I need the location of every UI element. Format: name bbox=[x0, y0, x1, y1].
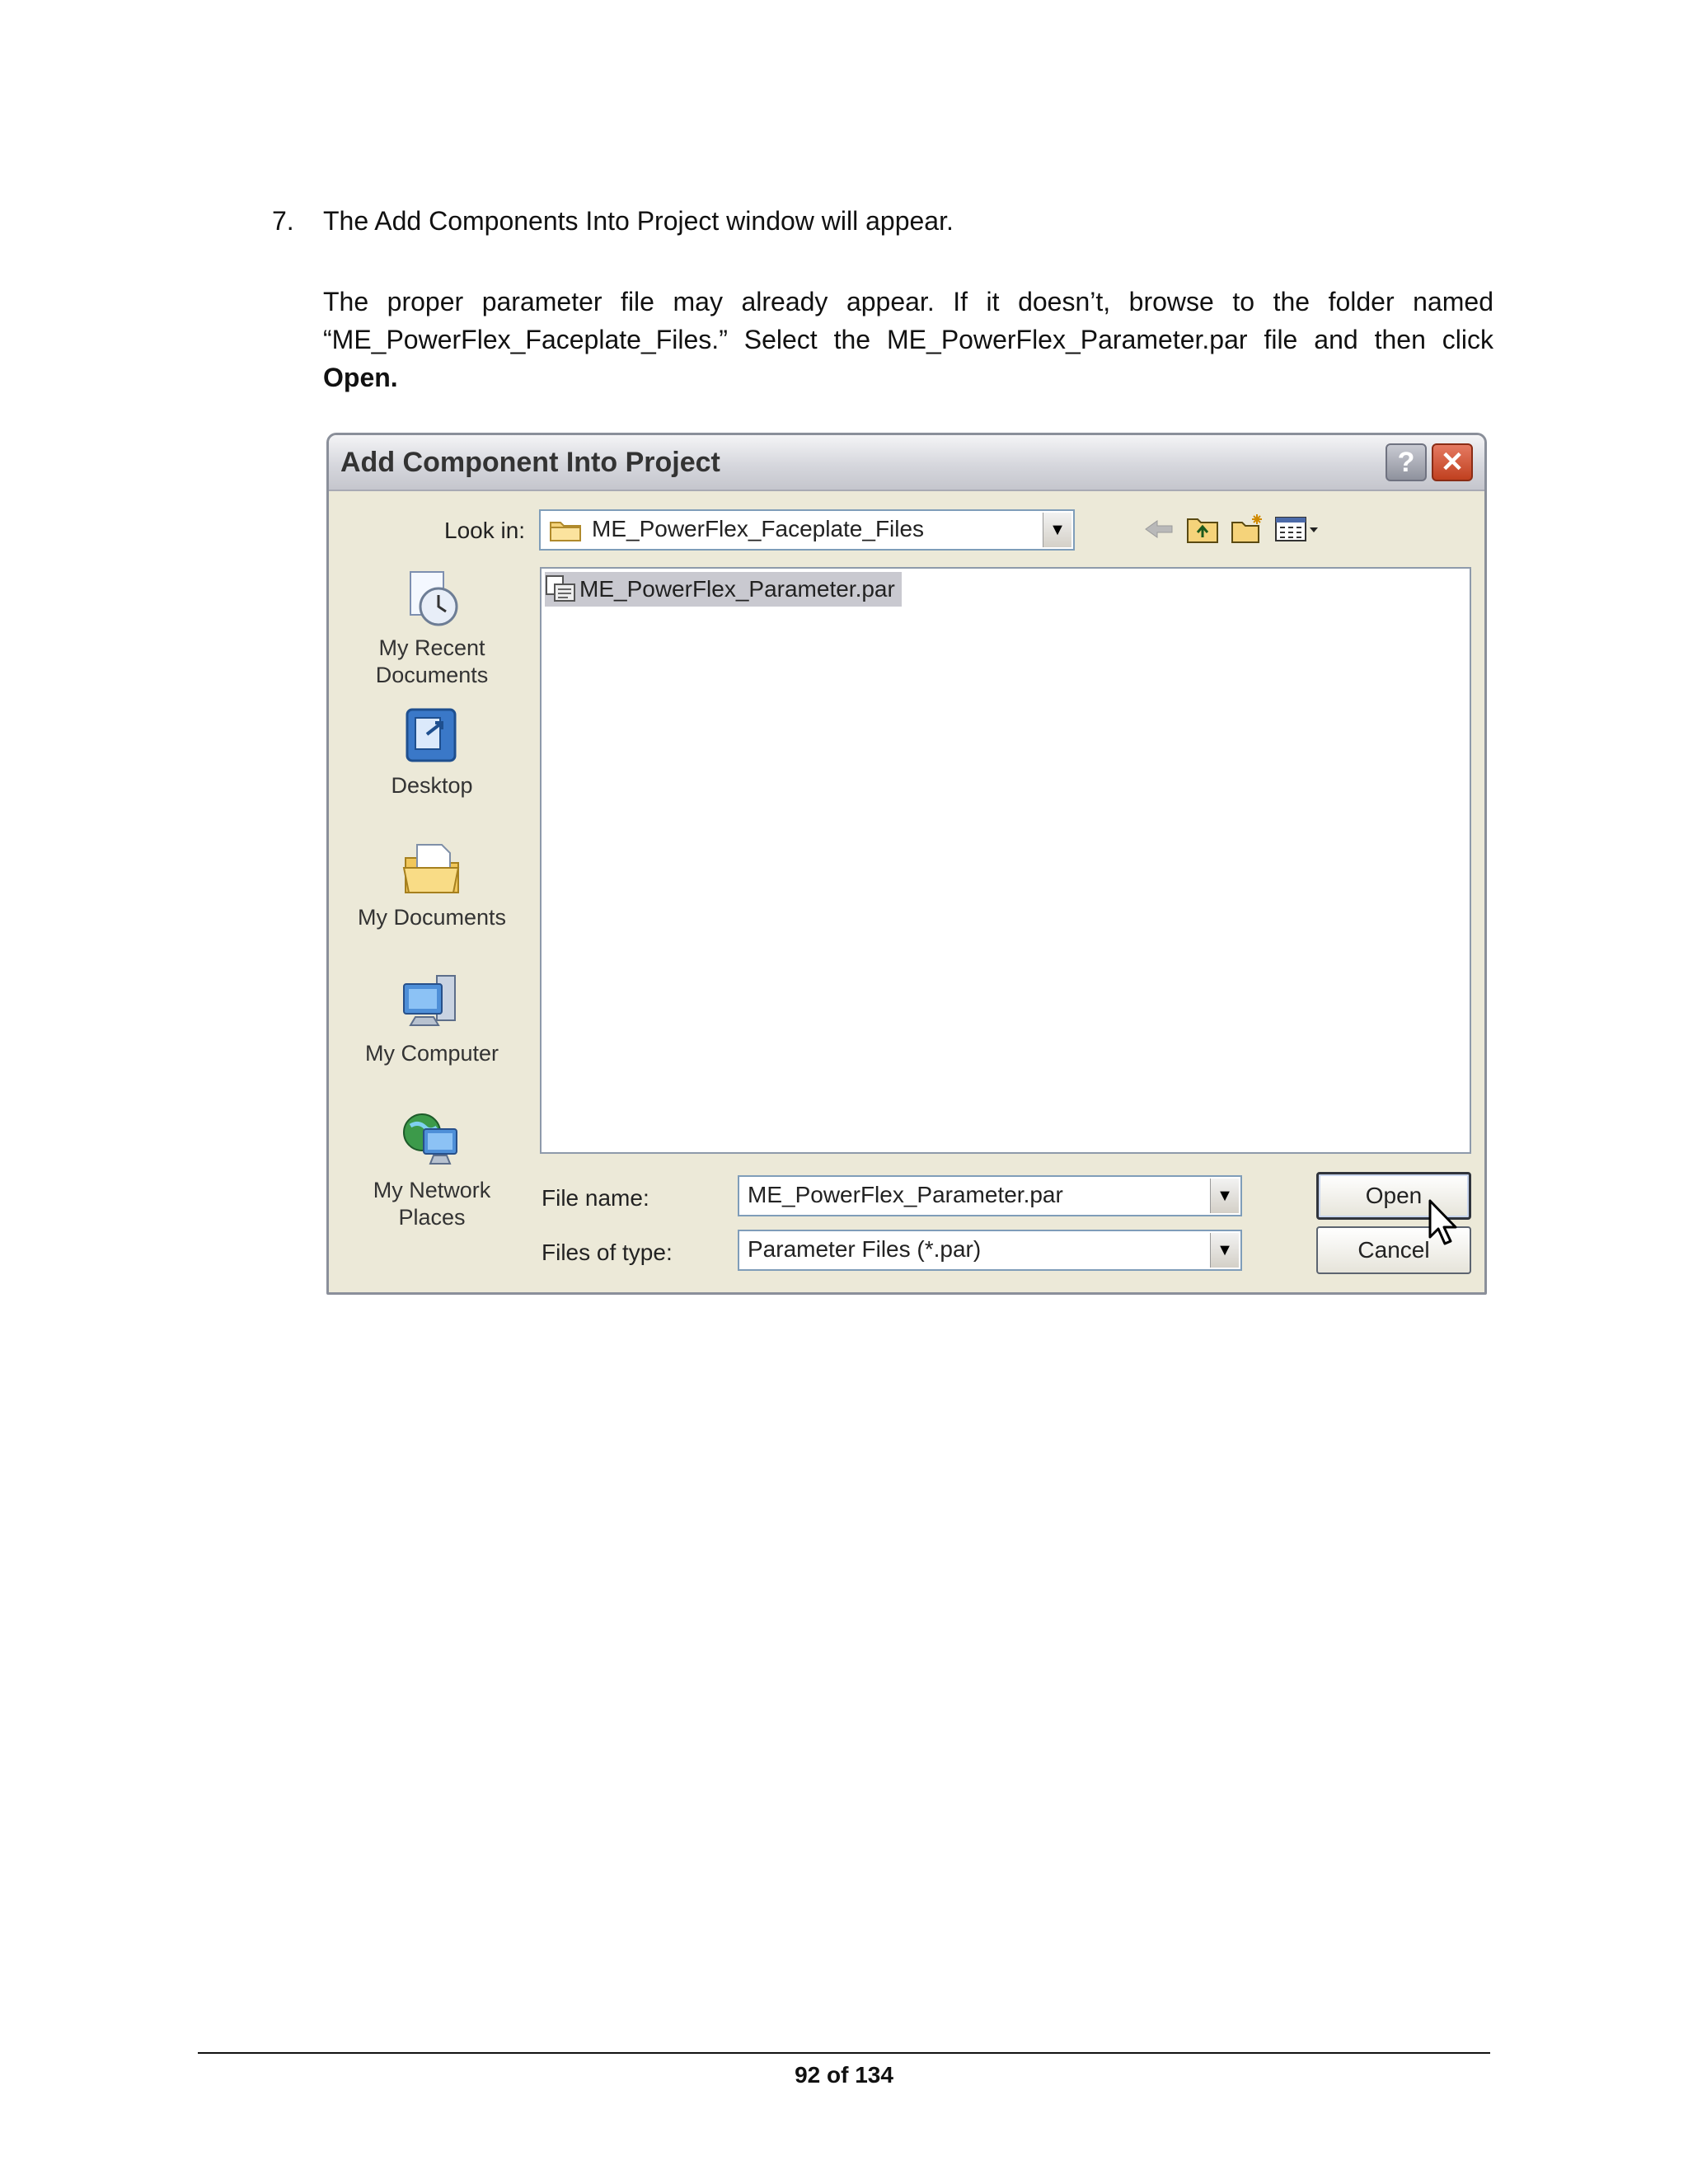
recent-documents-icon bbox=[410, 571, 458, 626]
place-my-computer[interactable]: My Computer bbox=[337, 971, 527, 1067]
place-network-places[interactable]: My Network Places bbox=[337, 1108, 527, 1231]
open-emphasis: Open. bbox=[323, 363, 398, 392]
place-label: My Documents bbox=[357, 905, 507, 930]
place-label: My Recent bbox=[378, 635, 485, 660]
place-label: Places bbox=[398, 1205, 466, 1230]
my-computer-icon bbox=[403, 975, 456, 1026]
chevron-down-icon[interactable]: ▼ bbox=[1043, 513, 1071, 547]
place-label: My Network bbox=[373, 1178, 491, 1202]
parameter-file-icon bbox=[546, 575, 575, 602]
step-text: The Add Components Into Project window w… bbox=[323, 206, 954, 236]
footer-rule bbox=[198, 2052, 1490, 2054]
file-list[interactable]: ME_PowerFlex_Parameter.par bbox=[540, 567, 1471, 1154]
add-component-dialog: Add Component Into Project ? ✕ Look in: … bbox=[326, 433, 1487, 1295]
close-button[interactable]: ✕ bbox=[1432, 443, 1473, 481]
chevron-down-icon[interactable]: ▼ bbox=[1210, 1233, 1239, 1268]
paragraph-line-1: The proper parameter file may already ap… bbox=[323, 287, 1493, 316]
file-name-value: ME_PowerFlex_Parameter.par bbox=[748, 1182, 1063, 1207]
step-number: 7. bbox=[272, 206, 294, 236]
place-label: Documents bbox=[375, 663, 489, 687]
page-number: 92 of 134 bbox=[795, 2062, 893, 2088]
file-type-label: Files of type: bbox=[542, 1240, 673, 1265]
view-menu-icon[interactable] bbox=[1273, 513, 1323, 546]
places-bar: My Recent Documents Desktop My Documents bbox=[337, 559, 527, 1284]
look-in-dropdown[interactable]: ME_PowerFlex_Faceplate_Files ▼ bbox=[539, 509, 1075, 551]
desktop-icon bbox=[406, 708, 457, 762]
file-type-value: Parameter Files (*.par) bbox=[748, 1236, 982, 1262]
file-item-selected[interactable]: ME_PowerFlex_Parameter.par bbox=[545, 572, 902, 607]
network-places-icon bbox=[403, 1113, 457, 1165]
file-name-field[interactable]: ME_PowerFlex_Parameter.par ▼ bbox=[738, 1175, 1242, 1216]
place-my-documents[interactable]: My Documents bbox=[337, 835, 527, 931]
look-in-label: Look in: bbox=[444, 518, 526, 543]
place-label: Desktop bbox=[391, 773, 473, 798]
new-folder-icon[interactable] bbox=[1229, 513, 1265, 546]
close-icon: ✕ bbox=[1440, 447, 1465, 478]
my-documents-icon bbox=[402, 844, 460, 893]
place-label: My Computer bbox=[364, 1041, 499, 1066]
mouse-cursor-icon bbox=[1428, 1199, 1457, 1245]
file-type-dropdown[interactable]: Parameter Files (*.par) ▼ bbox=[738, 1230, 1242, 1271]
paragraph-line-2: “ME_PowerFlex_Faceplate_Files.” Select t… bbox=[323, 325, 1493, 354]
up-folder-icon[interactable] bbox=[1184, 513, 1221, 546]
paragraph-line-3: Open. bbox=[323, 359, 1493, 396]
look-in-value: ME_PowerFlex_Faceplate_Files bbox=[592, 516, 925, 541]
place-desktop[interactable]: Desktop bbox=[337, 703, 527, 799]
dialog-titlebar[interactable]: Add Component Into Project ? ✕ bbox=[329, 435, 1484, 491]
folder-icon bbox=[550, 522, 581, 541]
back-icon[interactable] bbox=[1141, 513, 1177, 546]
instruction-paragraph: The proper parameter file may already ap… bbox=[323, 283, 1493, 396]
help-button[interactable]: ? bbox=[1386, 443, 1427, 481]
help-icon: ? bbox=[1397, 446, 1415, 478]
chevron-down-icon[interactable]: ▼ bbox=[1210, 1179, 1239, 1213]
file-name-label: File name: bbox=[542, 1185, 649, 1211]
place-recent-documents[interactable]: My Recent Documents bbox=[337, 565, 527, 689]
file-name: ME_PowerFlex_Parameter.par bbox=[579, 576, 895, 602]
dialog-title: Add Component Into Project bbox=[340, 447, 720, 478]
